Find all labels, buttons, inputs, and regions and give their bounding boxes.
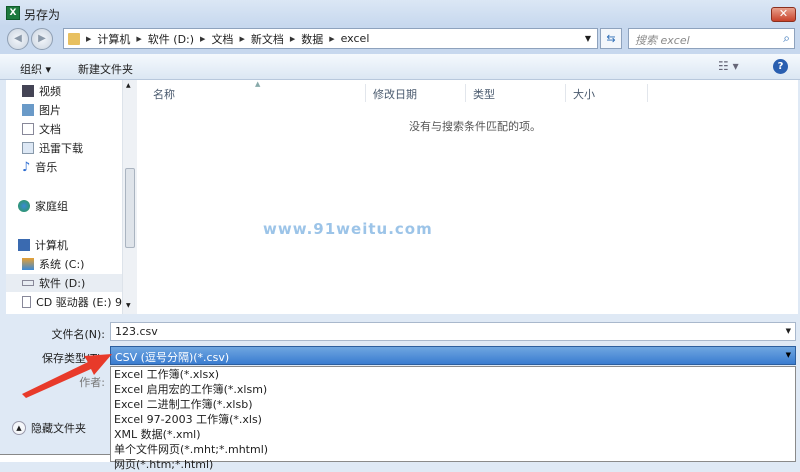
column-size[interactable]: 大小 (573, 86, 595, 102)
computer-icon (18, 239, 30, 251)
cd-drive-icon (22, 296, 32, 308)
window-title: 另存为 (24, 8, 61, 22)
navigation-pane: 视频 图片 文档 迅雷下载 ♪ 音乐 家庭组 计算机 系统 (C:) 软件 (D:… (6, 80, 137, 314)
column-date-modified[interactable]: 修改日期 (373, 86, 417, 102)
file-type-option[interactable]: XML 数据(*.xml) (111, 427, 795, 442)
empty-message: 没有与搜索条件匹配的项。 (409, 120, 541, 133)
column-type[interactable]: 类型 (473, 86, 495, 102)
breadcrumb-item[interactable]: 软件 (D:) (148, 31, 194, 47)
title-bar: X 另存为 ✕ (0, 0, 800, 26)
nav-label: 音乐 (35, 161, 58, 174)
nav-item-music[interactable]: ♪ 音乐 (22, 158, 57, 176)
sort-indicator-icon: ▲ (255, 80, 261, 88)
excel-icon: X (6, 6, 20, 20)
file-type-option[interactable]: Excel 97-2003 工作簿(*.xls) (111, 412, 795, 427)
video-icon (22, 85, 34, 97)
nav-label: 系统 (C:) (39, 258, 85, 271)
scroll-down-icon[interactable]: ▼ (126, 302, 131, 309)
file-type-option[interactable]: Excel 二进制工作簿(*.xlsb) (111, 397, 795, 412)
file-type-dropdown-icon[interactable]: ▼ (786, 351, 791, 359)
view-options-icon[interactable]: ☷ ▾ (718, 59, 739, 73)
toolbar: 组织 ▾ 新建文件夹 ☷ ▾ ? (0, 54, 800, 80)
search-placeholder: 搜索 excel (635, 34, 690, 47)
column-divider (365, 84, 366, 102)
search-icon[interactable]: ⌕ (783, 31, 790, 46)
hide-folders-label: 隐藏文件夹 (31, 422, 86, 435)
nav-item-homegroup[interactable]: 家庭组 (18, 197, 68, 215)
filename-input[interactable]: 123.csv ▼ (110, 322, 796, 341)
file-type-select[interactable]: CSV (逗号分隔)(*.csv) ▼ (110, 346, 796, 365)
nav-label: 软件 (D:) (39, 277, 86, 290)
chevron-up-icon: ▲ (12, 421, 26, 435)
file-list: 名称 ▲ 修改日期 类型 大小 没有与搜索条件匹配的项。 www.91weitu… (137, 80, 798, 314)
drive-icon (22, 280, 34, 286)
picture-icon (22, 104, 34, 116)
file-type-option[interactable]: 网页(*.htm;*.html) (111, 457, 795, 472)
nav-item-thunder-downloads[interactable]: 迅雷下载 (22, 139, 83, 157)
nav-label: 计算机 (35, 239, 68, 252)
column-divider (647, 84, 648, 102)
nav-item-computer[interactable]: 计算机 (18, 236, 68, 254)
close-button[interactable]: ✕ (771, 7, 796, 22)
forward-button[interactable]: ▶ (31, 28, 53, 50)
file-type-value: CSV (逗号分隔)(*.csv) (115, 351, 230, 364)
filename-value: 123.csv (115, 325, 158, 338)
breadcrumb-item[interactable]: 计算机 (97, 31, 130, 47)
search-input[interactable]: 搜索 excel ⌕ (628, 28, 795, 49)
author-label: 作者: (79, 376, 105, 389)
document-icon (22, 123, 34, 135)
address-dropdown-icon[interactable]: ▼ (585, 34, 591, 43)
nav-item-documents[interactable]: 文档 (22, 120, 61, 138)
scrollbar-thumb[interactable] (125, 168, 135, 248)
nav-label: 家庭组 (35, 200, 68, 213)
breadcrumb-item[interactable]: 文档 (211, 31, 233, 47)
nav-label: 视频 (39, 85, 61, 98)
homegroup-icon (18, 200, 30, 212)
column-name[interactable]: 名称 (153, 86, 175, 102)
nav-scrollbar[interactable]: ▲ ▼ (122, 80, 137, 314)
organize-button[interactable]: 组织 ▾ (20, 61, 51, 77)
column-divider (565, 84, 566, 102)
nav-item-videos[interactable]: 视频 (22, 82, 61, 100)
breadcrumb-item[interactable]: 数据 (301, 31, 323, 47)
file-type-options: Excel 工作簿(*.xlsx) Excel 启用宏的工作簿(*.xlsm) … (110, 366, 796, 471)
nav-label: 文档 (39, 123, 61, 136)
breadcrumb-item[interactable]: 新文档 (251, 31, 284, 47)
nav-label: 迅雷下载 (39, 142, 83, 155)
help-icon[interactable]: ? (773, 59, 788, 74)
nav-item-cd-drive[interactable]: CD 驱动器 (E:) 9 (22, 293, 122, 311)
column-divider (465, 84, 466, 102)
file-type-option[interactable]: Excel 启用宏的工作簿(*.xlsm) (111, 382, 795, 397)
nav-label: CD 驱动器 (E:) 9 (36, 296, 122, 309)
filename-dropdown-icon[interactable]: ▼ (786, 327, 791, 335)
nav-item-drive-c[interactable]: 系统 (C:) (22, 255, 84, 273)
nav-label: 图片 (39, 104, 61, 117)
nav-item-drive-d[interactable]: 软件 (D:) (6, 274, 122, 292)
filename-label: 文件名(N): (51, 328, 105, 341)
file-type-option[interactable]: 单个文件网页(*.mht;*.mhtml) (111, 442, 795, 457)
music-icon: ♪ (22, 159, 31, 175)
nav-item-pictures[interactable]: 图片 (22, 101, 61, 119)
new-folder-button[interactable]: 新建文件夹 (78, 61, 133, 77)
breadcrumb-item[interactable]: excel (341, 32, 370, 45)
address-bar[interactable]: ▶ 计算机 ▶ 软件 (D:) ▶ 文档 ▶ 新文档 ▶ 数据 ▶ excel ▼ (63, 28, 598, 49)
system-drive-icon (22, 258, 34, 270)
file-type-option[interactable]: Excel 工作簿(*.xlsx) (111, 367, 795, 382)
refresh-icon[interactable]: ⇆ (600, 28, 622, 49)
folder-icon (68, 32, 80, 45)
watermark: www.91weitu.com (263, 220, 433, 238)
scroll-up-icon[interactable]: ▲ (126, 82, 131, 89)
download-icon (22, 142, 34, 154)
background-spreadsheet (0, 454, 110, 462)
file-type-label: 保存类型(T): (41, 352, 105, 365)
back-button[interactable]: ◀ (7, 28, 29, 50)
hide-folders-button[interactable]: ▲ 隐藏文件夹 (12, 420, 86, 436)
